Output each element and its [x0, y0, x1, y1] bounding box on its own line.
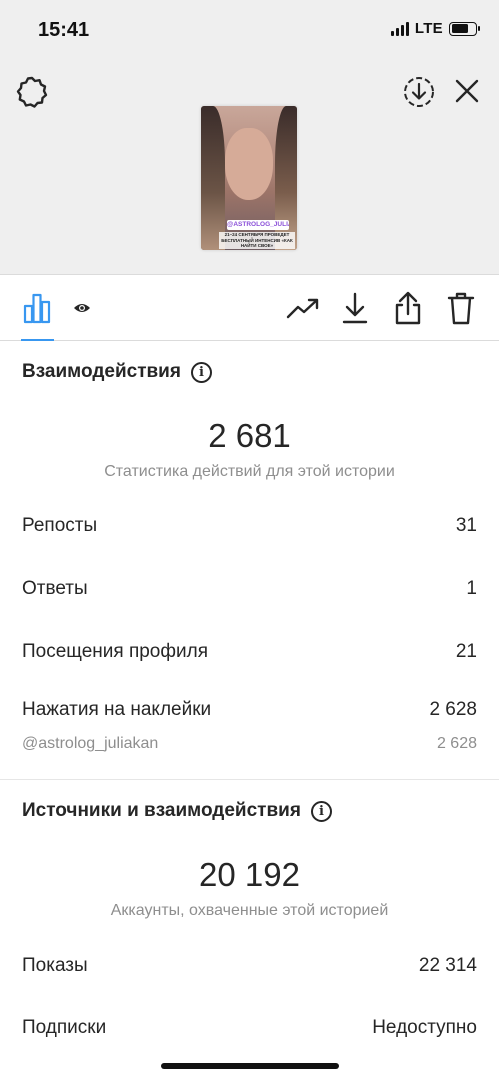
story-photo	[225, 128, 273, 200]
stat-value: 2 628	[436, 735, 477, 752]
download-icon[interactable]	[338, 289, 372, 327]
stat-value: 1	[466, 578, 477, 599]
stat-label: Ответы	[22, 578, 88, 599]
eye-icon[interactable]	[70, 298, 94, 318]
share-icon[interactable]	[390, 289, 426, 327]
discovery-total: 20 192	[199, 856, 300, 893]
story-preview-area: @ASTROLOG_JULIAKAN 21–24 СЕНТЯБРЯ ПРОВЕД…	[0, 60, 499, 275]
stat-label: Посещения профиля	[22, 641, 208, 662]
stat-row-sticker-taps: Нажатия на наклейки 2 628	[22, 699, 477, 721]
section-divider	[0, 779, 499, 780]
stat-label: Показы	[22, 955, 88, 976]
stat-value: 2 628	[429, 699, 477, 720]
stat-value: 31	[455, 515, 477, 536]
stat-row-sticker-mention: @astrolog_juliakan 2 628	[22, 735, 477, 753]
stat-row-reposts: Репосты 31	[22, 515, 477, 537]
status-indicators: LTE	[390, 20, 480, 37]
story-caption: 21–24 СЕНТЯБРЯ ПРОВЕДЕТ БЕСПЛАТНЫЙ ИНТЕН…	[219, 232, 295, 249]
close-icon[interactable]	[451, 75, 483, 107]
stat-row-impressions: Показы 22 314	[22, 955, 477, 977]
interactions-subtitle: Статистика действий для этой истории	[104, 463, 395, 480]
status-time: 15:41	[38, 19, 90, 41]
stat-value: Недоступно	[372, 1017, 477, 1038]
stat-label: Репосты	[22, 515, 98, 536]
signal-icon	[390, 21, 409, 36]
interactions-total: 2 681	[208, 417, 291, 454]
story-mention-sticker: @ASTROLOG_JULIAKAN	[227, 220, 289, 230]
home-indicator[interactable]	[161, 1063, 339, 1069]
battery-icon	[449, 21, 480, 36]
stat-row-follows: Подписки Недоступно	[22, 1017, 477, 1039]
stat-value: 22 314	[418, 955, 477, 976]
gear-icon[interactable]	[14, 74, 50, 110]
download-circle-icon[interactable]	[400, 73, 438, 111]
stat-label: @astrolog_juliakan	[22, 735, 159, 752]
story-tab-bar	[0, 276, 499, 341]
info-icon[interactable]: i	[310, 800, 332, 822]
story-thumbnail[interactable]: @ASTROLOG_JULIAKAN 21–24 СЕНТЯБРЯ ПРОВЕД…	[201, 106, 297, 250]
discovery-title: Источники и взаимодействия i	[22, 800, 332, 822]
stat-value: 21	[455, 641, 477, 662]
discovery-subtitle: Аккаунты, охваченные этой историей	[110, 902, 389, 919]
stats-icon[interactable]	[18, 290, 56, 326]
stat-label: Подписки	[22, 1017, 107, 1038]
interactions-title: Взаимодействия i	[22, 361, 212, 383]
trash-icon[interactable]	[443, 289, 479, 327]
active-tab-indicator	[21, 339, 54, 341]
stat-label: Нажатия на наклейки	[22, 699, 212, 720]
trending-icon[interactable]	[284, 291, 322, 325]
stat-row-replies: Ответы 1	[22, 578, 477, 600]
status-bar: 15:41 LTE	[0, 0, 499, 60]
stat-row-profile-visits: Посещения профиля 21	[22, 641, 477, 663]
info-icon[interactable]: i	[190, 361, 212, 383]
network-label: LTE	[414, 20, 443, 37]
